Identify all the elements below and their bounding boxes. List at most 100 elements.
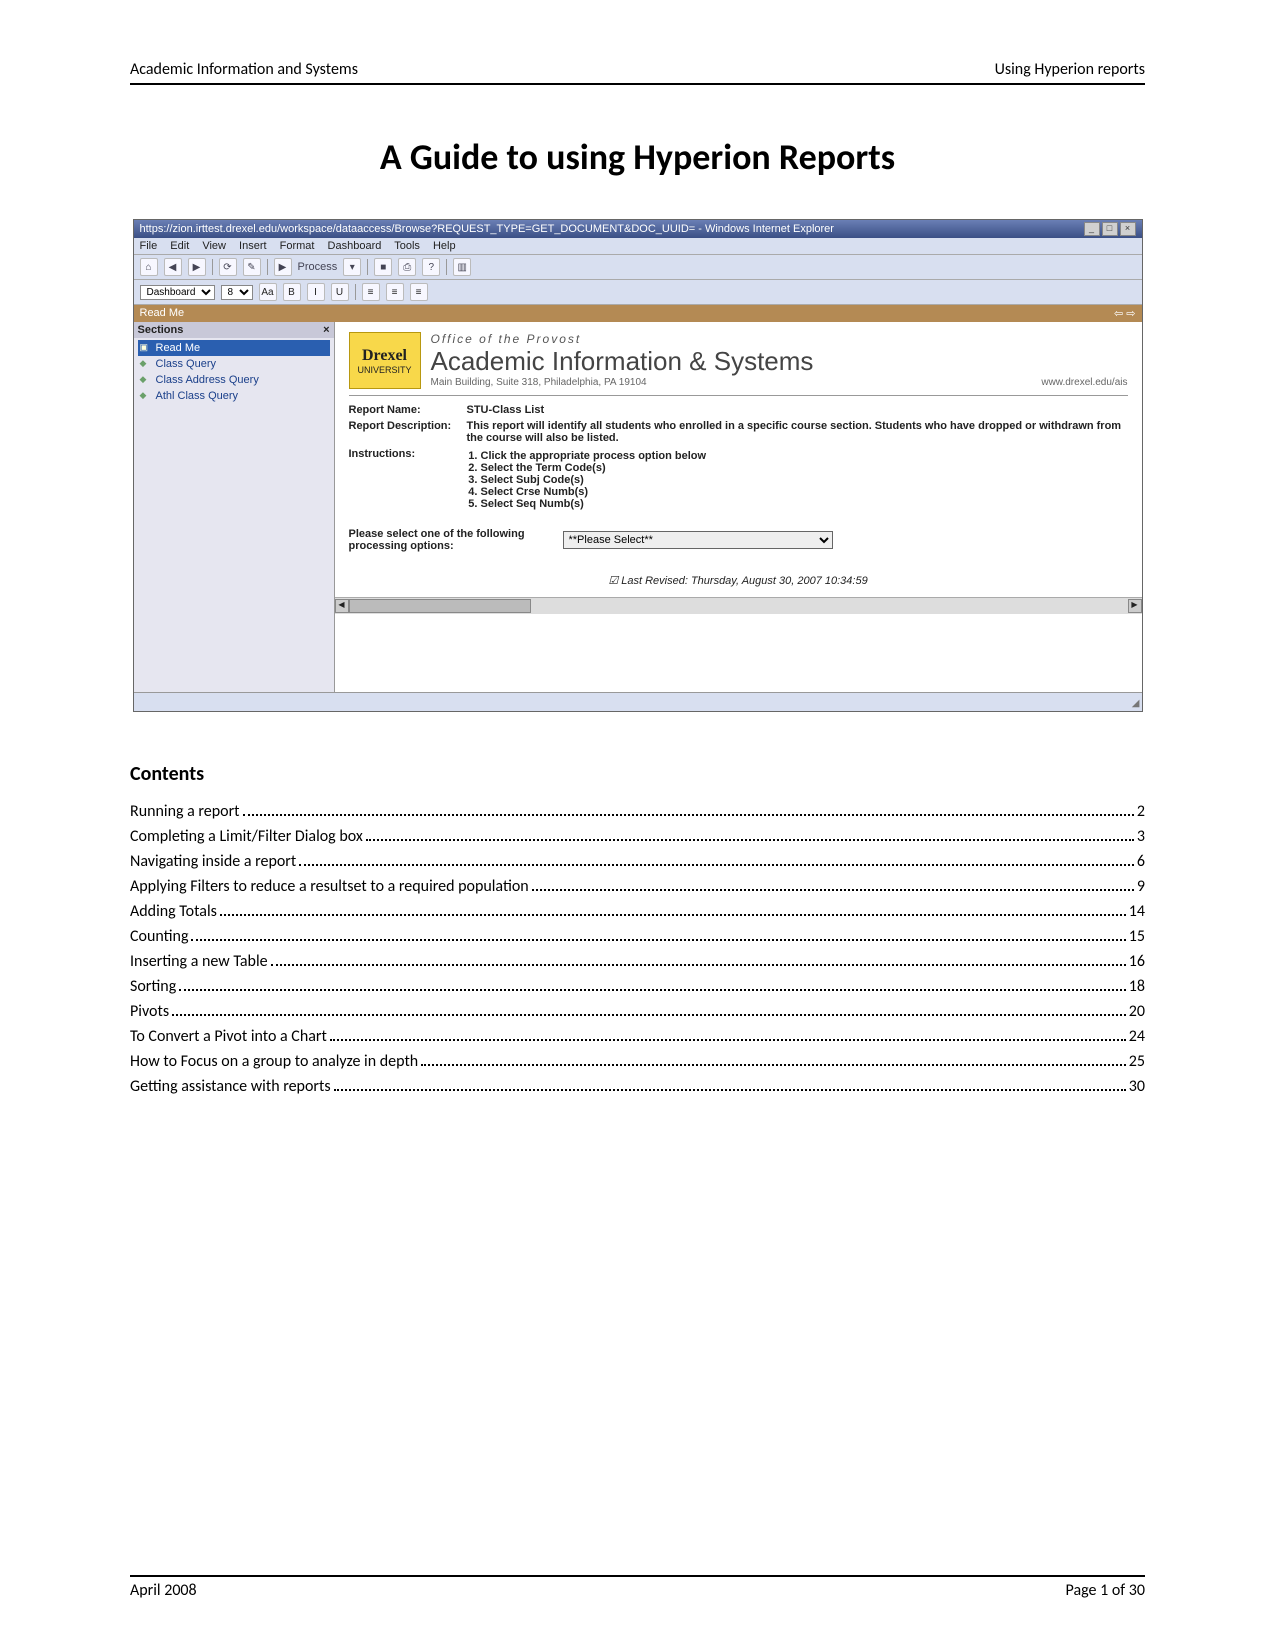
toc-entry[interactable]: How to Focus on a group to analyze in de… (130, 1052, 1145, 1071)
scroll-right-icon[interactable]: ▶ (1128, 599, 1142, 613)
scroll-thumb[interactable] (349, 599, 531, 613)
underline-icon[interactable]: U (331, 283, 349, 301)
minimize-icon[interactable]: _ (1084, 222, 1100, 236)
menu-insert[interactable]: Insert (239, 240, 267, 252)
active-tab[interactable]: Read Me (140, 307, 185, 320)
print-icon[interactable]: ⎙ (398, 258, 416, 276)
separator (212, 259, 213, 275)
header-left: Academic Information and Systems (130, 60, 358, 79)
toc-label: Inserting a new Table (130, 952, 268, 971)
report-name-label: Report Name: (349, 404, 459, 416)
toc-label: Navigating inside a report (130, 852, 296, 871)
menubar[interactable]: File Edit View Insert Format Dashboard T… (134, 238, 1142, 255)
toc-label: Counting (130, 927, 188, 946)
scroll-left-icon[interactable]: ◀ (335, 599, 349, 613)
window-controls[interactable]: _□× (1082, 222, 1136, 236)
toc-entry[interactable]: Completing a Limit/Filter Dialog box3 (130, 827, 1145, 846)
align-left-icon[interactable]: ≡ (362, 283, 380, 301)
revised-icon: ☑ (608, 575, 618, 587)
footer-page: Page 1 of 30 (1066, 1581, 1145, 1600)
toc-entry[interactable]: To Convert a Pivot into a Chart24 (130, 1027, 1145, 1046)
sidebar-header: Sections (138, 324, 184, 336)
sidebar-close-icon[interactable]: × (323, 324, 329, 336)
address-text: Main Building, Suite 318, Philadelphia, … (431, 377, 647, 388)
system-title: Academic Information & Systems (431, 346, 1128, 377)
sidebar-item-readme[interactable]: Read Me (138, 340, 330, 356)
toc-entry[interactable]: Getting assistance with reports30 (130, 1077, 1145, 1096)
chart-icon[interactable]: ▥ (453, 258, 471, 276)
toc-entry[interactable]: Pivots20 (130, 1002, 1145, 1021)
toc-entry[interactable]: Running a report2 (130, 802, 1145, 821)
menu-format[interactable]: Format (280, 240, 315, 252)
toc-page: 24 (1129, 1027, 1145, 1046)
toc-leader (220, 914, 1126, 916)
menu-help[interactable]: Help (433, 240, 456, 252)
toc-label: Adding Totals (130, 902, 217, 921)
toc-page: 2 (1137, 802, 1145, 821)
font-icon[interactable]: Aa (259, 283, 277, 301)
menu-view[interactable]: View (202, 240, 226, 252)
toc-entry[interactable]: Navigating inside a report 6 (130, 852, 1145, 871)
process-prompt: Please select one of the following proce… (349, 528, 549, 552)
refresh-icon[interactable]: ⟳ (219, 258, 237, 276)
help-icon[interactable]: ? (422, 258, 440, 276)
instructions-list: Click the appropriate process option bel… (481, 450, 1128, 510)
toc-entry[interactable]: Applying Filters to reduce a resultset t… (130, 877, 1145, 896)
embedded-screenshot: https://zion.irttest.drexel.edu/workspac… (133, 219, 1143, 712)
separator (446, 259, 447, 275)
toc-entry[interactable]: Sorting18 (130, 977, 1145, 996)
sidebar-item-class-address-query[interactable]: Class Address Query (138, 372, 330, 388)
separator (367, 259, 368, 275)
menu-tools[interactable]: Tools (394, 240, 420, 252)
toc-leader (172, 1014, 1126, 1016)
drexel-logo: Drexel UNIVERSITY (349, 332, 421, 389)
toc-page: 14 (1129, 902, 1145, 921)
resize-grip-icon[interactable]: ◢ (1132, 698, 1140, 709)
main-pane: Drexel UNIVERSITY Office of the Provost … (335, 322, 1142, 692)
tool-icon[interactable]: ✎ (243, 258, 261, 276)
toc-entry[interactable]: Adding Totals 14 (130, 902, 1145, 921)
toc-entry[interactable]: Inserting a new Table16 (130, 952, 1145, 971)
size-select[interactable]: 8 (221, 285, 253, 300)
page-title: A Guide to using Hyperion Reports (130, 135, 1145, 179)
sidebar-item-athl-class-query[interactable]: Athl Class Query (138, 388, 330, 404)
chevron-down-icon[interactable]: ▾ (343, 258, 361, 276)
home-icon[interactable]: ⌂ (140, 258, 158, 276)
toc-leader (421, 1064, 1126, 1066)
toc-leader (243, 814, 1134, 816)
toolbar-secondary[interactable]: Dashboard 8 Aa B I U ≡ ≡ ≡ (134, 280, 1142, 305)
tab-nav-icons[interactable]: ⇦ ⇨ (1114, 307, 1136, 320)
report-name-value: STU-Class List (467, 404, 1128, 416)
toc-page: 6 (1137, 852, 1145, 871)
window-url-title: https://zion.irttest.drexel.edu/workspac… (140, 223, 834, 235)
toc-page: 15 (1129, 927, 1145, 946)
toc-page: 3 (1137, 827, 1145, 846)
maximize-icon[interactable]: □ (1102, 222, 1118, 236)
italic-icon[interactable]: I (307, 283, 325, 301)
bold-icon[interactable]: B (283, 283, 301, 301)
toc-entry[interactable]: Counting 15 (130, 927, 1145, 946)
report-desc-label: Report Description: (349, 420, 459, 444)
toolbar-primary[interactable]: ⌂ ◀ ▶ ⟳ ✎ ▶ Process ▾ ■ ⎙ ? ▥ (134, 255, 1142, 280)
separator (355, 284, 356, 300)
toc-leader (366, 839, 1134, 841)
forward-icon[interactable]: ▶ (188, 258, 206, 276)
menu-file[interactable]: File (140, 240, 158, 252)
align-center-icon[interactable]: ≡ (386, 283, 404, 301)
close-icon[interactable]: × (1120, 222, 1136, 236)
run-icon[interactable]: ▶ (274, 258, 292, 276)
align-right-icon[interactable]: ≡ (410, 283, 428, 301)
process-select[interactable]: **Please Select** (563, 531, 833, 549)
menu-dashboard[interactable]: Dashboard (328, 240, 382, 252)
menu-edit[interactable]: Edit (170, 240, 189, 252)
office-label: Office of the Provost (431, 332, 1128, 346)
site-url: www.drexel.edu/ais (1041, 377, 1127, 388)
footer-date: April 2008 (130, 1581, 197, 1600)
back-icon[interactable]: ◀ (164, 258, 182, 276)
toc-leader (330, 1039, 1126, 1041)
sidebar-item-class-query[interactable]: Class Query (138, 356, 330, 372)
toc-label: Pivots (130, 1002, 169, 1021)
style-select[interactable]: Dashboard (140, 285, 215, 300)
horizontal-scrollbar[interactable]: ◀ ▶ (335, 597, 1142, 614)
stop-icon[interactable]: ■ (374, 258, 392, 276)
